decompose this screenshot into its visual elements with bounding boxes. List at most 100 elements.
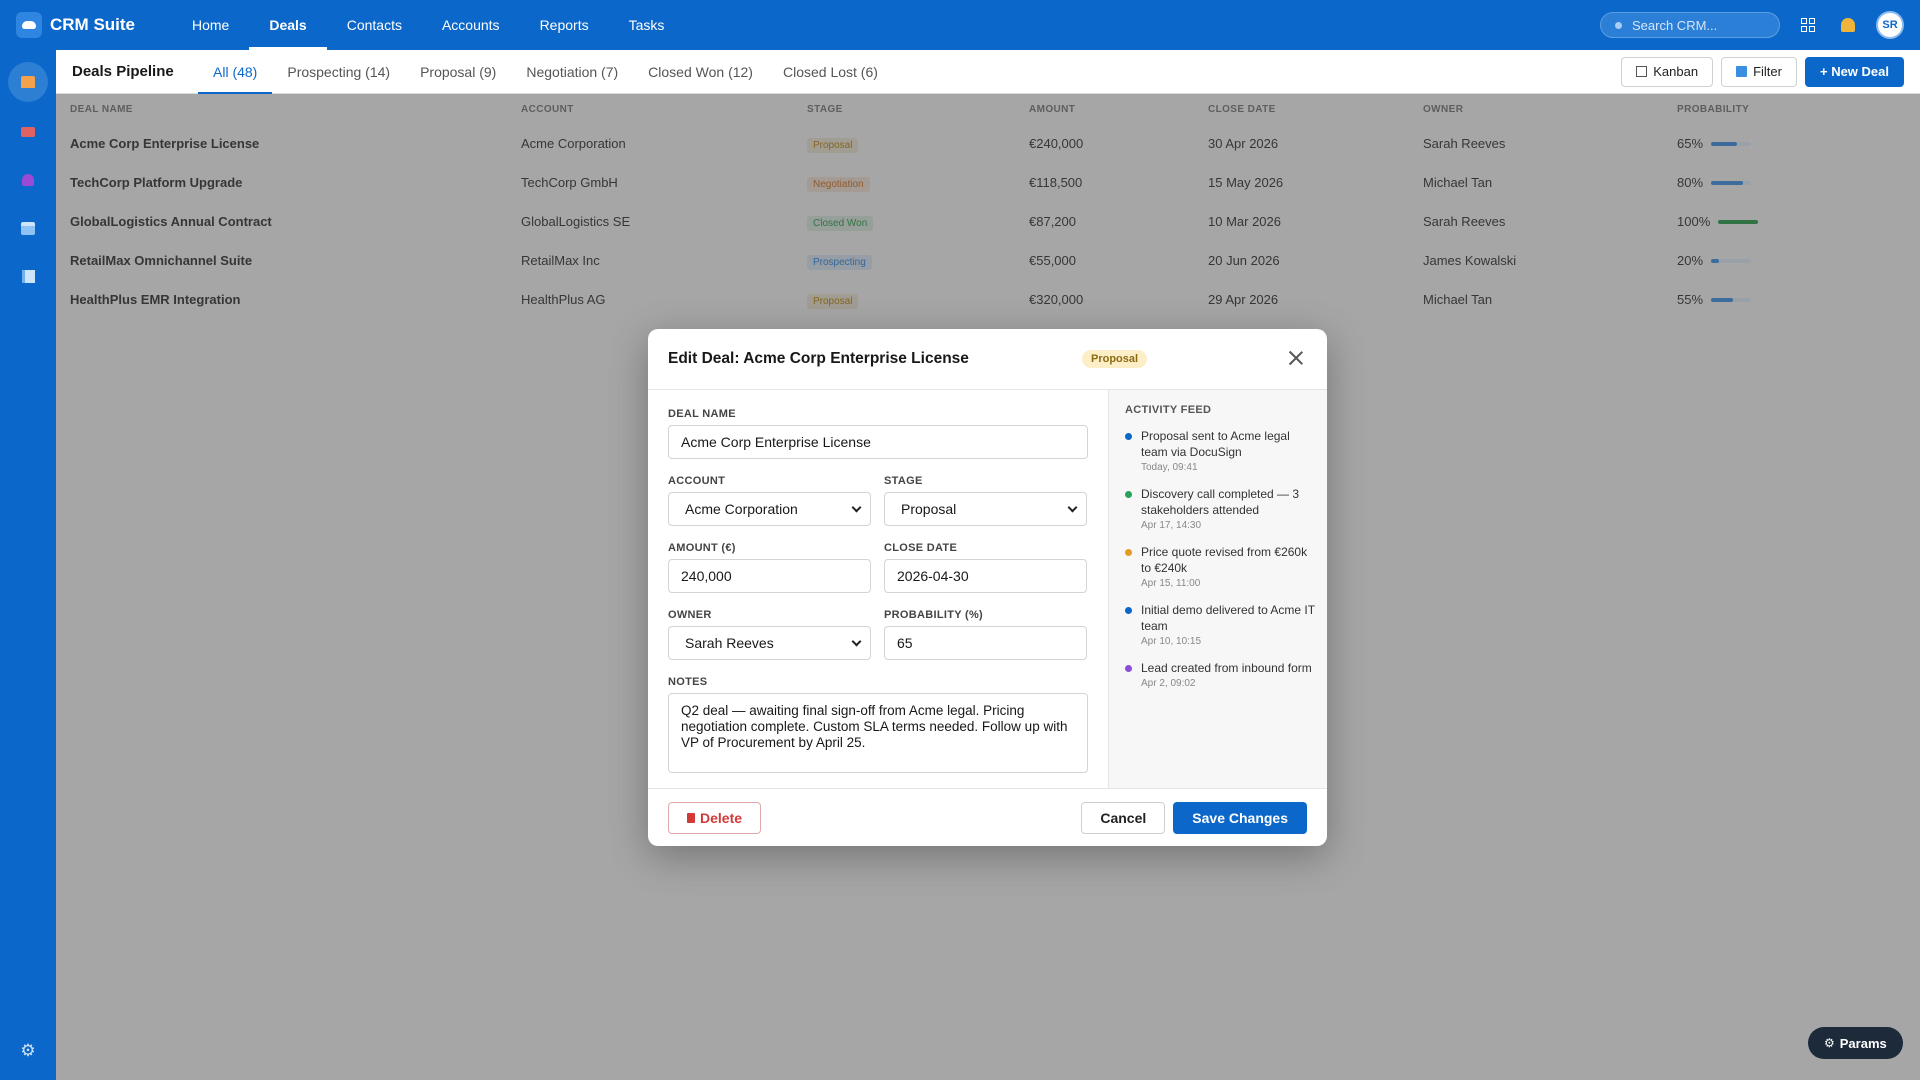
chevron-down-icon — [851, 502, 862, 512]
grid-icon — [1801, 18, 1815, 32]
activity-time: Apr 17, 14:30 — [1141, 520, 1202, 531]
people-icon — [22, 174, 34, 186]
modal-footer: Delete Cancel Save Changes — [648, 788, 1327, 846]
stage-badge: Proposal — [1082, 350, 1148, 368]
activity-item: Lead created from inbound form Apr 2, 09:… — [1125, 660, 1315, 689]
activity-item: Price quote revised from €260k to €240k A… — [1125, 544, 1315, 589]
params-label: Params — [1839, 1035, 1887, 1051]
probability-field[interactable]: 65 — [884, 626, 1087, 660]
gear-icon: ⚙ — [1824, 1036, 1835, 1050]
chevron-down-icon — [851, 636, 862, 646]
close-icon[interactable] — [1287, 349, 1305, 367]
nav-tasks[interactable]: Tasks — [609, 0, 685, 50]
nav-deals[interactable]: Deals — [249, 0, 328, 50]
account-select[interactable]: Acme Corporation — [668, 492, 871, 526]
bell-icon — [1841, 18, 1855, 32]
notes-label: Notes — [668, 676, 708, 688]
account-value: Acme Corporation — [685, 501, 798, 517]
save-changes-button[interactable]: Save Changes — [1173, 801, 1307, 834]
tab-negotiation[interactable]: Negotiation (7) — [511, 50, 633, 94]
params-button[interactable]: ⚙ Params — [1808, 1027, 1903, 1059]
trash-icon — [687, 812, 695, 823]
owner-label: Owner — [668, 609, 712, 621]
activity-text: Lead created from inbound form — [1141, 661, 1312, 675]
activity-dot-icon — [1125, 549, 1132, 556]
search-input[interactable]: Search CRM... — [1600, 12, 1780, 38]
deal-name-field[interactable]: Acme Corp Enterprise License — [668, 425, 1088, 459]
rail-mail[interactable] — [12, 116, 44, 148]
filter-label: Filter — [1753, 64, 1782, 79]
page-title: Deals Pipeline — [72, 63, 174, 80]
probability-label: Probability (%) — [884, 609, 984, 621]
top-navbar: CRM Suite Home Deals Contacts Accounts R… — [0, 0, 1920, 50]
user-avatar[interactable]: SR — [1876, 11, 1904, 39]
account-label: Account — [668, 475, 726, 487]
delete-label: Delete — [700, 809, 743, 826]
new-deal-button[interactable]: + New Deal — [1804, 56, 1904, 87]
chevron-down-icon — [1067, 502, 1078, 512]
activity-feed: Activity Feed Proposal sent to Acme lega… — [1108, 390, 1327, 789]
modal-title: Edit Deal: Acme Corp Enterprise License — [668, 350, 969, 367]
nav-home[interactable]: Home — [172, 0, 249, 50]
activity-time: Apr 2, 09:02 — [1141, 678, 1196, 689]
activity-item: Discovery call completed — 3 stakeholder… — [1125, 486, 1315, 531]
activity-item: Proposal sent to Acme legal team via Doc… — [1125, 428, 1315, 473]
activity-time: Today, 09:41 — [1141, 462, 1198, 473]
main-nav: Home Deals Contacts Accounts Reports Tas… — [172, 0, 684, 50]
notes-textarea[interactable]: Q2 deal — awaiting final sign-off from A… — [668, 693, 1088, 773]
cloud-logo-icon — [16, 12, 42, 38]
tab-all[interactable]: All (48) — [198, 50, 273, 94]
activity-dot-icon — [1125, 433, 1132, 440]
pipeline-toolbar: Deals Pipeline All (48) Prospecting (14)… — [56, 50, 1920, 94]
rail-reports[interactable] — [12, 260, 44, 292]
rail-people[interactable] — [12, 164, 44, 196]
stage-label: Stage — [884, 475, 923, 487]
rail-home[interactable] — [8, 62, 48, 102]
close-date-label: Close Date — [884, 542, 958, 554]
nav-accounts[interactable]: Accounts — [422, 0, 520, 50]
amount-label: Amount (€) — [668, 542, 736, 554]
home-icon — [21, 76, 35, 88]
gear-icon[interactable]: ⚙ — [19, 1042, 37, 1060]
brand[interactable]: CRM Suite — [16, 12, 166, 38]
activity-text: Price quote revised from €260k to €240k — [1141, 545, 1308, 575]
apps-grid-button[interactable] — [1796, 13, 1820, 37]
nav-reports[interactable]: Reports — [520, 0, 609, 50]
activity-item: Initial demo delivered to Acme IT team Ap… — [1125, 602, 1315, 647]
activity-feed-title: Activity Feed — [1125, 404, 1212, 416]
nav-contacts[interactable]: Contacts — [327, 0, 422, 50]
tab-prospecting[interactable]: Prospecting (14) — [272, 50, 405, 94]
search-placeholder: Search CRM... — [1632, 17, 1718, 33]
filter-button[interactable]: Filter — [1721, 56, 1797, 87]
kanban-label: Kanban — [1653, 64, 1699, 79]
delete-button[interactable]: Delete — [668, 801, 762, 834]
tab-proposal[interactable]: Proposal (9) — [405, 50, 511, 94]
kanban-button[interactable]: Kanban — [1621, 56, 1714, 87]
tab-closed-won[interactable]: Closed Won (12) — [633, 50, 768, 94]
notifications-button[interactable] — [1836, 13, 1860, 37]
close-date-field[interactable]: 2026-04-30 — [884, 559, 1087, 593]
tab-closed-lost[interactable]: Closed Lost (6) — [768, 50, 893, 94]
activity-dot-icon — [1125, 491, 1132, 498]
stage-tabs: All (48) Prospecting (14) Proposal (9) N… — [198, 50, 893, 94]
toolbar-actions: Kanban Filter + New Deal — [1613, 56, 1904, 87]
activity-dot-icon — [1125, 607, 1132, 614]
activity-text: Discovery call completed — 3 stakeholder… — [1141, 487, 1300, 517]
rail-calendar[interactable] — [12, 212, 44, 244]
stage-select[interactable]: Proposal — [884, 492, 1087, 526]
calendar-icon — [21, 221, 35, 235]
activity-text: Initial demo delivered to Acme IT team — [1141, 603, 1315, 633]
chart-icon — [21, 269, 35, 283]
activity-text: Proposal sent to Acme legal team via Doc… — [1141, 429, 1290, 459]
amount-field[interactable]: 240,000 — [668, 559, 871, 593]
edit-deal-modal: Edit Deal: Acme Corp Enterprise License … — [648, 329, 1327, 846]
deal-name-label: Deal Name — [668, 408, 736, 420]
search-icon — [1615, 21, 1622, 29]
modal-body: Deal Name Acme Corp Enterprise License A… — [648, 390, 1327, 789]
activity-time: Apr 15, 11:00 — [1141, 578, 1201, 589]
activity-list: Proposal sent to Acme legal team via Doc… — [1125, 428, 1315, 689]
cancel-button[interactable]: Cancel — [1081, 801, 1166, 834]
owner-value: Sarah Reeves — [685, 635, 774, 651]
deal-form: Deal Name Acme Corp Enterprise License A… — [648, 390, 1108, 789]
owner-select[interactable]: Sarah Reeves — [668, 626, 871, 660]
